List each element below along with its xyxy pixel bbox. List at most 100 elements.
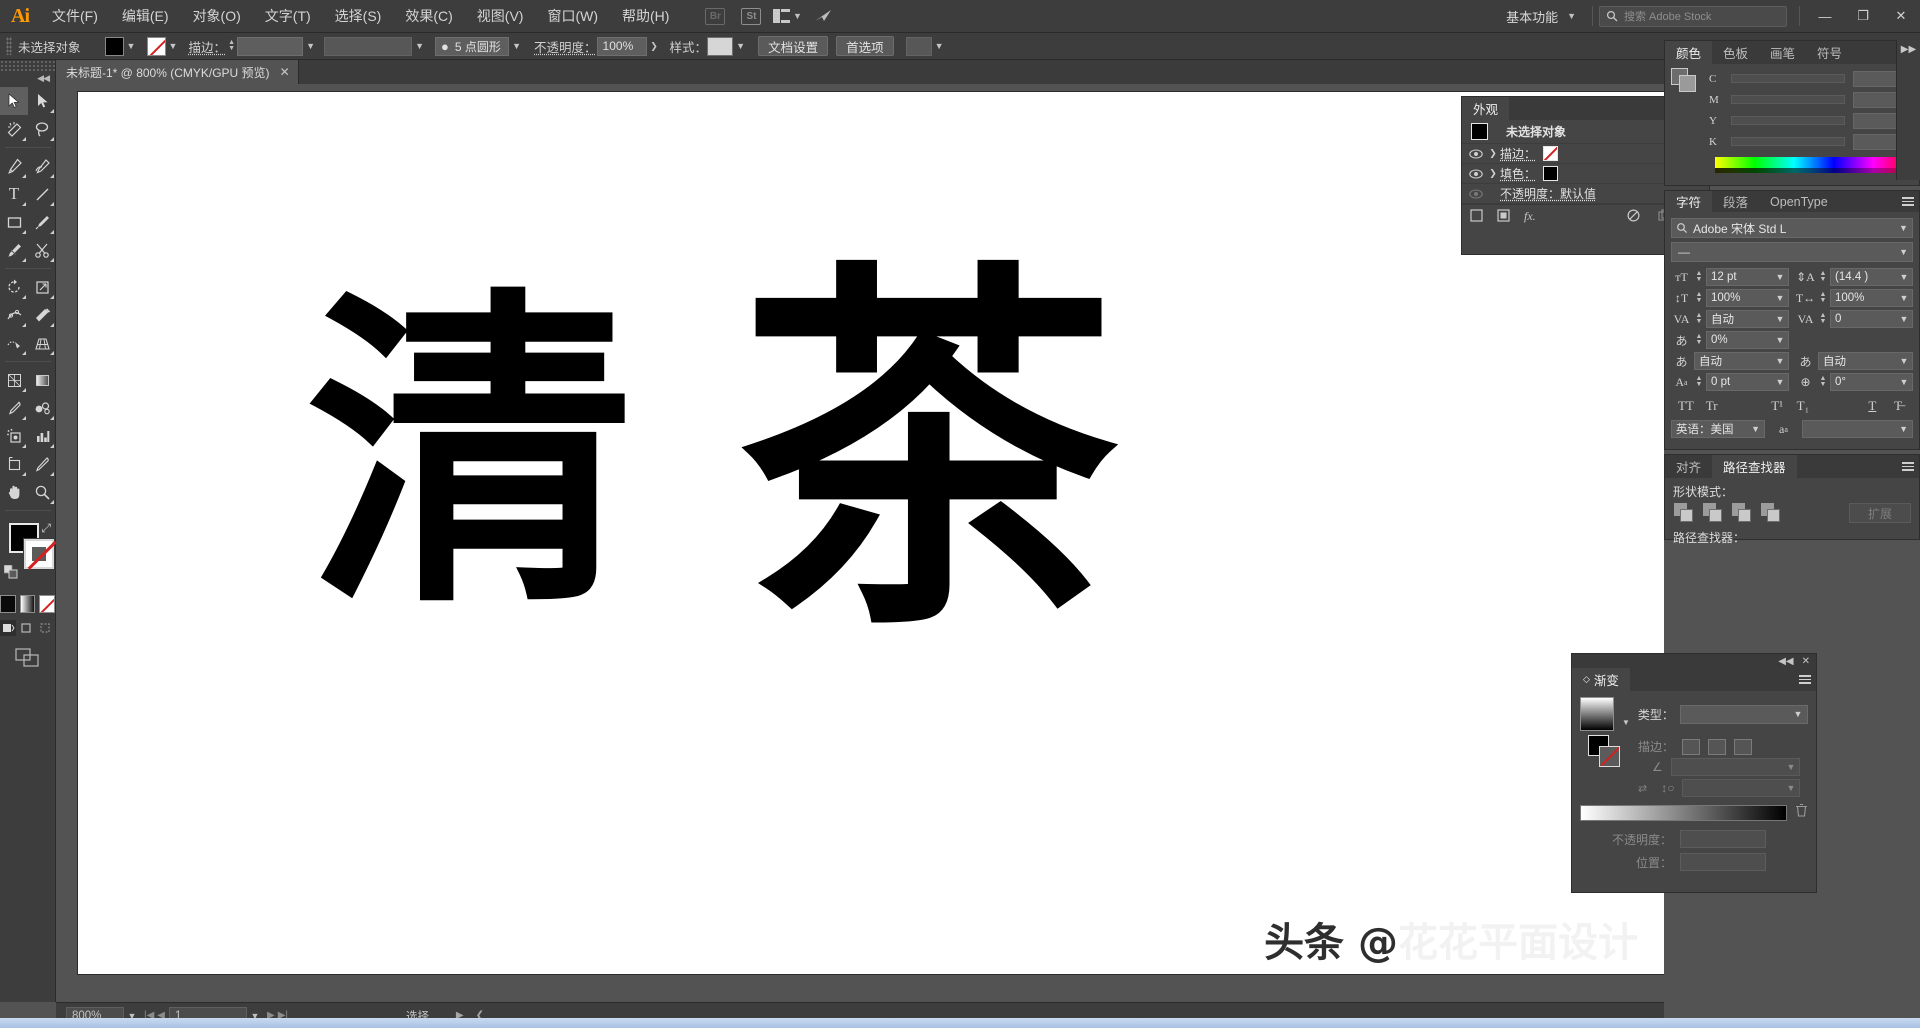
panel-menu-icon[interactable] bbox=[1794, 668, 1816, 691]
color-spectrum-bar[interactable] bbox=[1715, 157, 1913, 173]
visibility-eye-icon[interactable] bbox=[1466, 148, 1486, 159]
font-size-stepper[interactable]: ▲ ▼ bbox=[1694, 270, 1704, 283]
stock-search-input[interactable]: 搜索 Adobe Stock bbox=[1599, 5, 1787, 27]
horizontal-scale-stepper[interactable]: ▲ ▼ bbox=[1818, 291, 1828, 304]
aki-before-field[interactable]: 自动 ▼ bbox=[1694, 352, 1789, 370]
visibility-eye-icon[interactable] bbox=[1466, 188, 1486, 199]
rotate-tool[interactable] bbox=[0, 273, 28, 301]
close-icon[interactable]: ✕ bbox=[280, 65, 290, 79]
stroke-row-swatch[interactable] bbox=[1543, 146, 1559, 161]
rotation-field[interactable]: 0° ▼ bbox=[1830, 373, 1913, 391]
color-channel-k[interactable]: K % bbox=[1709, 131, 1914, 152]
channel-slider-m[interactable] bbox=[1731, 95, 1845, 104]
bridge-icon[interactable]: Br bbox=[700, 5, 730, 27]
sync-settings-icon[interactable] bbox=[808, 5, 838, 27]
preferences-button[interactable]: 首选项 bbox=[836, 36, 894, 56]
draw-inside-icon[interactable] bbox=[39, 620, 55, 636]
leading-stepper[interactable]: ▲ ▼ bbox=[1818, 270, 1828, 283]
magic-wand-tool[interactable] bbox=[0, 115, 28, 143]
channel-value-y[interactable] bbox=[1853, 112, 1897, 129]
paintbrush-tool[interactable] bbox=[28, 208, 56, 236]
kerning-stepper[interactable]: ▲ ▼ bbox=[1694, 312, 1704, 325]
arrange-documents-icon[interactable]: ▼ bbox=[772, 5, 802, 27]
menu-object[interactable]: 对象(O) bbox=[181, 0, 253, 33]
tab-swatches[interactable]: 色板 bbox=[1712, 41, 1760, 64]
channel-value-k[interactable] bbox=[1853, 133, 1897, 150]
stock-icon[interactable]: St bbox=[736, 5, 766, 27]
gradient-tool[interactable] bbox=[28, 366, 56, 394]
rotation-stepper[interactable]: ▲ ▼ bbox=[1818, 375, 1828, 388]
perspective-grid-tool[interactable] bbox=[28, 329, 56, 357]
close-icon[interactable]: ✕ bbox=[1802, 656, 1810, 667]
tab-gradient[interactable]: ◇ 渐变 bbox=[1572, 668, 1630, 691]
chevron-down-icon[interactable]: ▼ bbox=[1896, 377, 1912, 387]
clear-appearance-icon[interactable] bbox=[1627, 208, 1640, 225]
restore-button[interactable]: ❐ bbox=[1844, 0, 1882, 33]
artboard[interactable]: 清 茶 bbox=[78, 92, 1664, 974]
tab-brushes[interactable]: 画笔 bbox=[1759, 41, 1807, 64]
tab-opentype[interactable]: OpenType bbox=[1759, 191, 1839, 212]
strikethrough-button[interactable]: T̶ bbox=[1885, 398, 1911, 414]
workspace-switcher[interactable]: 基本功能 ▼ bbox=[1496, 7, 1586, 26]
delete-stop-icon[interactable] bbox=[1795, 803, 1808, 822]
panel-rail[interactable]: ▶▶ bbox=[1896, 40, 1920, 180]
default-fill-stroke-icon[interactable] bbox=[3, 564, 18, 584]
add-effect-icon[interactable]: fx. bbox=[1524, 209, 1536, 224]
free-transform-tool[interactable] bbox=[28, 301, 56, 329]
shape-builder-tool[interactable] bbox=[0, 329, 28, 357]
tracking-control[interactable]: VA ▲ ▼ 0 ▼ bbox=[1795, 310, 1913, 328]
control-bar-grip[interactable] bbox=[6, 37, 12, 55]
gradient-type-select[interactable]: ▼ bbox=[1679, 704, 1808, 724]
channel-slider-y[interactable] bbox=[1731, 116, 1845, 125]
screen-mode-button[interactable] bbox=[0, 648, 55, 668]
direct-selection-tool[interactable] bbox=[28, 87, 56, 115]
menu-effect[interactable]: 效果(C) bbox=[393, 0, 464, 33]
pen-tool[interactable] bbox=[0, 152, 28, 180]
toolbar-grip[interactable] bbox=[0, 60, 55, 72]
chevron-right-icon[interactable]: ❯ bbox=[1486, 168, 1500, 179]
chevron-down-icon[interactable]: ▼ bbox=[1772, 377, 1788, 387]
artwork-glyph-right[interactable]: 茶 bbox=[738, 264, 1118, 644]
stroke-swatch[interactable] bbox=[146, 36, 166, 56]
expand-panels-icon[interactable]: ▶▶ bbox=[1897, 40, 1920, 55]
color-proxy-swatches[interactable] bbox=[1671, 68, 1707, 92]
chevron-down-icon[interactable]: ▼ bbox=[1783, 762, 1799, 772]
expand-button[interactable]: 扩展 bbox=[1849, 503, 1911, 523]
leading-field[interactable]: (14.4 ) ▼ bbox=[1830, 268, 1913, 286]
tab-paragraph[interactable]: 段落 bbox=[1712, 191, 1760, 212]
width-tool[interactable] bbox=[0, 301, 28, 329]
stroke-gradient-within-icon[interactable] bbox=[1682, 738, 1701, 755]
artboard-tool[interactable] bbox=[0, 450, 28, 478]
graphic-style-swatch[interactable] bbox=[707, 36, 734, 56]
draw-normal-icon[interactable] bbox=[0, 620, 17, 636]
canvas-area[interactable]: 清 茶 头条 @花花平面设计 bbox=[56, 84, 1664, 1002]
brush-definition-field[interactable]: ● 5 点圆形 bbox=[435, 36, 510, 56]
unite-icon[interactable] bbox=[1674, 503, 1695, 524]
chevron-down-icon[interactable]: ▼ bbox=[1896, 356, 1912, 366]
draw-behind-icon[interactable] bbox=[19, 620, 35, 636]
vertical-scale-stepper[interactable]: ▲ ▼ bbox=[1694, 291, 1704, 304]
mesh-tool[interactable] bbox=[0, 366, 28, 394]
gradient-aspect-field[interactable]: ▼ bbox=[1682, 779, 1800, 797]
menu-file[interactable]: 文件(F) bbox=[40, 0, 110, 33]
channel-slider-c[interactable] bbox=[1731, 74, 1845, 83]
lasso-tool[interactable] bbox=[28, 115, 56, 143]
tracking-field[interactable]: 0 ▼ bbox=[1830, 310, 1913, 328]
gradient-location-field[interactable] bbox=[1680, 853, 1766, 871]
curvature-tool[interactable] bbox=[28, 152, 56, 180]
close-button[interactable]: ✕ bbox=[1882, 0, 1920, 33]
fill-row-swatch[interactable] bbox=[1543, 166, 1559, 181]
document-tab[interactable]: 未标题-1* @ 800% (CMYK/GPU 预览) ✕ bbox=[56, 60, 299, 84]
gradient-slider[interactable] bbox=[1580, 804, 1787, 821]
chevron-down-icon[interactable]: ▼ bbox=[1772, 293, 1788, 303]
kerning-field[interactable]: 自动 ▼ bbox=[1706, 310, 1789, 328]
chevron-down-icon[interactable]: ▼ bbox=[1789, 709, 1807, 719]
brush-dropdown-icon[interactable]: ▼ bbox=[509, 37, 524, 56]
select-similar-options[interactable] bbox=[905, 36, 932, 56]
eyedropper-tool[interactable] bbox=[0, 394, 28, 422]
chevron-right-icon[interactable]: ❯ bbox=[1486, 148, 1500, 159]
gradient-angle-field[interactable]: ▼ bbox=[1670, 758, 1800, 776]
tsume-stepper[interactable]: ▲ ▼ bbox=[1694, 333, 1704, 346]
tab-symbols[interactable]: 符号 bbox=[1806, 41, 1854, 64]
gradient-fill-stroke-proxy[interactable] bbox=[1588, 735, 1628, 769]
